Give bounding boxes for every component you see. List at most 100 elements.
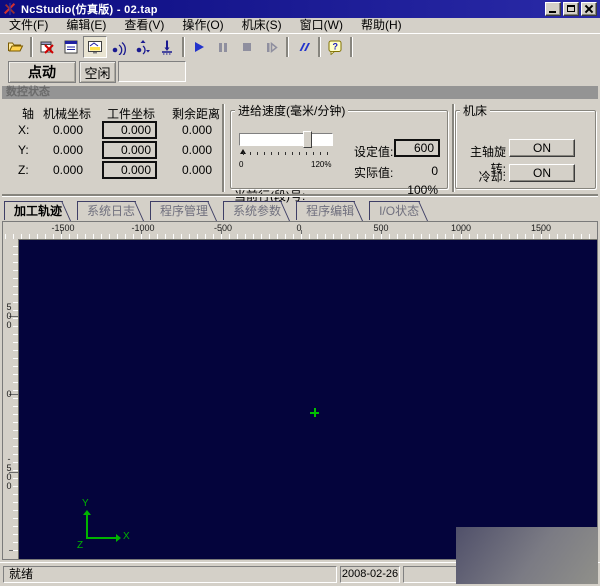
horizontal-ruler: -1500 -1000 -500 0 500 1000 1500 bbox=[3, 222, 597, 239]
back-to-origin-icon bbox=[111, 39, 127, 55]
work-coord-z-field[interactable]: 0.000 bbox=[102, 161, 157, 179]
y-axis-label: Y bbox=[82, 498, 89, 509]
slider-ticks bbox=[243, 152, 333, 155]
status-date: 2008-02-26 bbox=[340, 566, 400, 583]
col-header-machine: 机械坐标 bbox=[42, 105, 92, 122]
open-file-button[interactable] bbox=[3, 36, 27, 58]
mode-label: 点动 bbox=[28, 62, 56, 82]
state-indicator: 空闲 bbox=[79, 61, 116, 83]
close-icon bbox=[584, 4, 594, 14]
stop-button[interactable] bbox=[235, 36, 259, 58]
status-message: 就绪 bbox=[3, 566, 337, 583]
tab-machining-track[interactable]: 加工轨迹 bbox=[4, 201, 63, 220]
simulate-button[interactable] bbox=[291, 36, 315, 58]
remain-x: 0.000 bbox=[164, 121, 212, 139]
ruler-label: 0 bbox=[277, 223, 321, 233]
step-icon bbox=[263, 39, 279, 55]
tab-program-manager[interactable]: 程序管理 bbox=[150, 201, 209, 220]
view-tabs: 加工轨迹 系统日志 程序管理 系统参数 程序编辑 I/O状态 bbox=[4, 201, 434, 221]
trace-view-button[interactable] bbox=[83, 36, 107, 58]
pause-button[interactable] bbox=[211, 36, 235, 58]
cnc-status-caption: 数控状态 bbox=[2, 86, 598, 99]
tab-system-log[interactable]: 系统日志 bbox=[77, 201, 136, 220]
menu-edit[interactable]: 编辑(E) bbox=[57, 18, 115, 33]
work-coord-y-field[interactable]: 0.000 bbox=[102, 141, 157, 159]
minimize-button[interactable] bbox=[545, 2, 561, 16]
x-axis-label: X bbox=[123, 531, 130, 542]
app-window: NcStudio(仿真版) - 02.tap 文件(F) 编辑(E) 查看(V)… bbox=[0, 0, 600, 586]
machine-coord-y: 0.000 bbox=[35, 141, 83, 159]
col-header-remain: 剩余距离 bbox=[172, 105, 220, 122]
maximize-icon bbox=[567, 5, 575, 12]
toolbar: ? bbox=[0, 33, 600, 60]
close-file-icon bbox=[39, 39, 55, 55]
menu-machine[interactable]: 机床(S) bbox=[233, 18, 291, 33]
machine-coord-z: 0.000 bbox=[35, 161, 83, 179]
feed-rate-title: 进给速度(毫米/分钟) bbox=[235, 102, 348, 119]
actual-value-label: 实际值: bbox=[354, 164, 393, 181]
open-file-icon bbox=[7, 39, 24, 55]
svg-text:?: ? bbox=[333, 42, 339, 52]
toolbar-separator bbox=[30, 37, 32, 57]
tab-io-status[interactable]: I/O状态 bbox=[369, 201, 420, 220]
slider-thumb[interactable] bbox=[303, 131, 312, 148]
app-logo-icon bbox=[3, 2, 17, 16]
set-value-label: 设定值: bbox=[354, 143, 393, 160]
step-button[interactable] bbox=[259, 36, 283, 58]
col-header-axis: 轴 bbox=[14, 105, 42, 122]
slider-max-label: 120% bbox=[311, 160, 331, 169]
close-file-button[interactable] bbox=[35, 36, 59, 58]
tab-system-params[interactable]: 系统参数 bbox=[223, 201, 282, 220]
menu-window[interactable]: 窗口(W) bbox=[291, 18, 352, 33]
tab-label: 程序编辑 bbox=[306, 204, 354, 218]
tab-program-editor[interactable]: 程序编辑 bbox=[296, 201, 355, 220]
set-origin-button[interactable] bbox=[131, 36, 155, 58]
tool-calibration-button[interactable] bbox=[155, 36, 179, 58]
machine-group: 机床 主轴旋转: ON 冷却: ON bbox=[455, 102, 596, 189]
coolant-on-button[interactable]: ON bbox=[509, 164, 575, 182]
work-coord-x-field[interactable]: 0.000 bbox=[102, 121, 157, 139]
machine-coord-x: 0.000 bbox=[35, 121, 83, 139]
divider bbox=[452, 104, 454, 192]
toolbar-separator bbox=[318, 37, 320, 57]
feed-override-slider[interactable] bbox=[239, 133, 333, 146]
menu-help[interactable]: 帮助(H) bbox=[352, 18, 411, 33]
y-axis-line bbox=[86, 514, 88, 539]
ruler-label: 1000 bbox=[439, 223, 483, 233]
menu-operate[interactable]: 操作(O) bbox=[173, 18, 232, 33]
z-axis-label: Z bbox=[77, 540, 83, 551]
tab-label: 系统参数 bbox=[233, 204, 281, 218]
show-info-icon bbox=[63, 39, 79, 55]
close-button[interactable] bbox=[581, 2, 597, 16]
ruler-label: -500 bbox=[201, 223, 245, 233]
state-label: 空闲 bbox=[84, 63, 110, 82]
toolbar-separator bbox=[350, 37, 352, 57]
divider bbox=[2, 194, 598, 196]
axis-x-label: X: bbox=[18, 121, 34, 139]
set-value-field[interactable]: 600 bbox=[394, 139, 440, 157]
maximize-button[interactable] bbox=[563, 2, 579, 16]
ruler-label: 500 bbox=[359, 223, 403, 233]
x-axis-arrow-icon bbox=[116, 534, 121, 542]
spindle-on-button[interactable]: ON bbox=[509, 139, 575, 157]
back-to-origin-button[interactable] bbox=[107, 36, 131, 58]
machining-canvas[interactable]: Y X Z bbox=[18, 239, 597, 559]
start-icon bbox=[191, 39, 207, 55]
machine-group-title: 机床 bbox=[460, 102, 490, 119]
start-button[interactable] bbox=[187, 36, 211, 58]
mode-indicator: 点动 bbox=[8, 61, 76, 83]
title-bar: NcStudio(仿真版) - 02.tap bbox=[0, 0, 600, 18]
feed-rate-group: 进给速度(毫米/分钟) 0 120% 设定值: 600 实际值: 0 100% … bbox=[230, 102, 448, 189]
minimize-icon bbox=[549, 11, 556, 13]
set-origin-icon bbox=[135, 39, 151, 55]
stop-icon bbox=[239, 39, 255, 55]
axis-z-label: Z: bbox=[18, 161, 34, 179]
menu-view[interactable]: 查看(V) bbox=[115, 18, 173, 33]
menu-file[interactable]: 文件(F) bbox=[0, 18, 57, 33]
axis-y-label: Y: bbox=[18, 141, 34, 159]
show-info-button[interactable] bbox=[59, 36, 83, 58]
tab-label: I/O状态 bbox=[379, 204, 419, 218]
help-button[interactable]: ? bbox=[323, 36, 347, 58]
ruler-label: -1500 bbox=[41, 223, 85, 233]
ruler-label: -500 bbox=[4, 454, 14, 490]
